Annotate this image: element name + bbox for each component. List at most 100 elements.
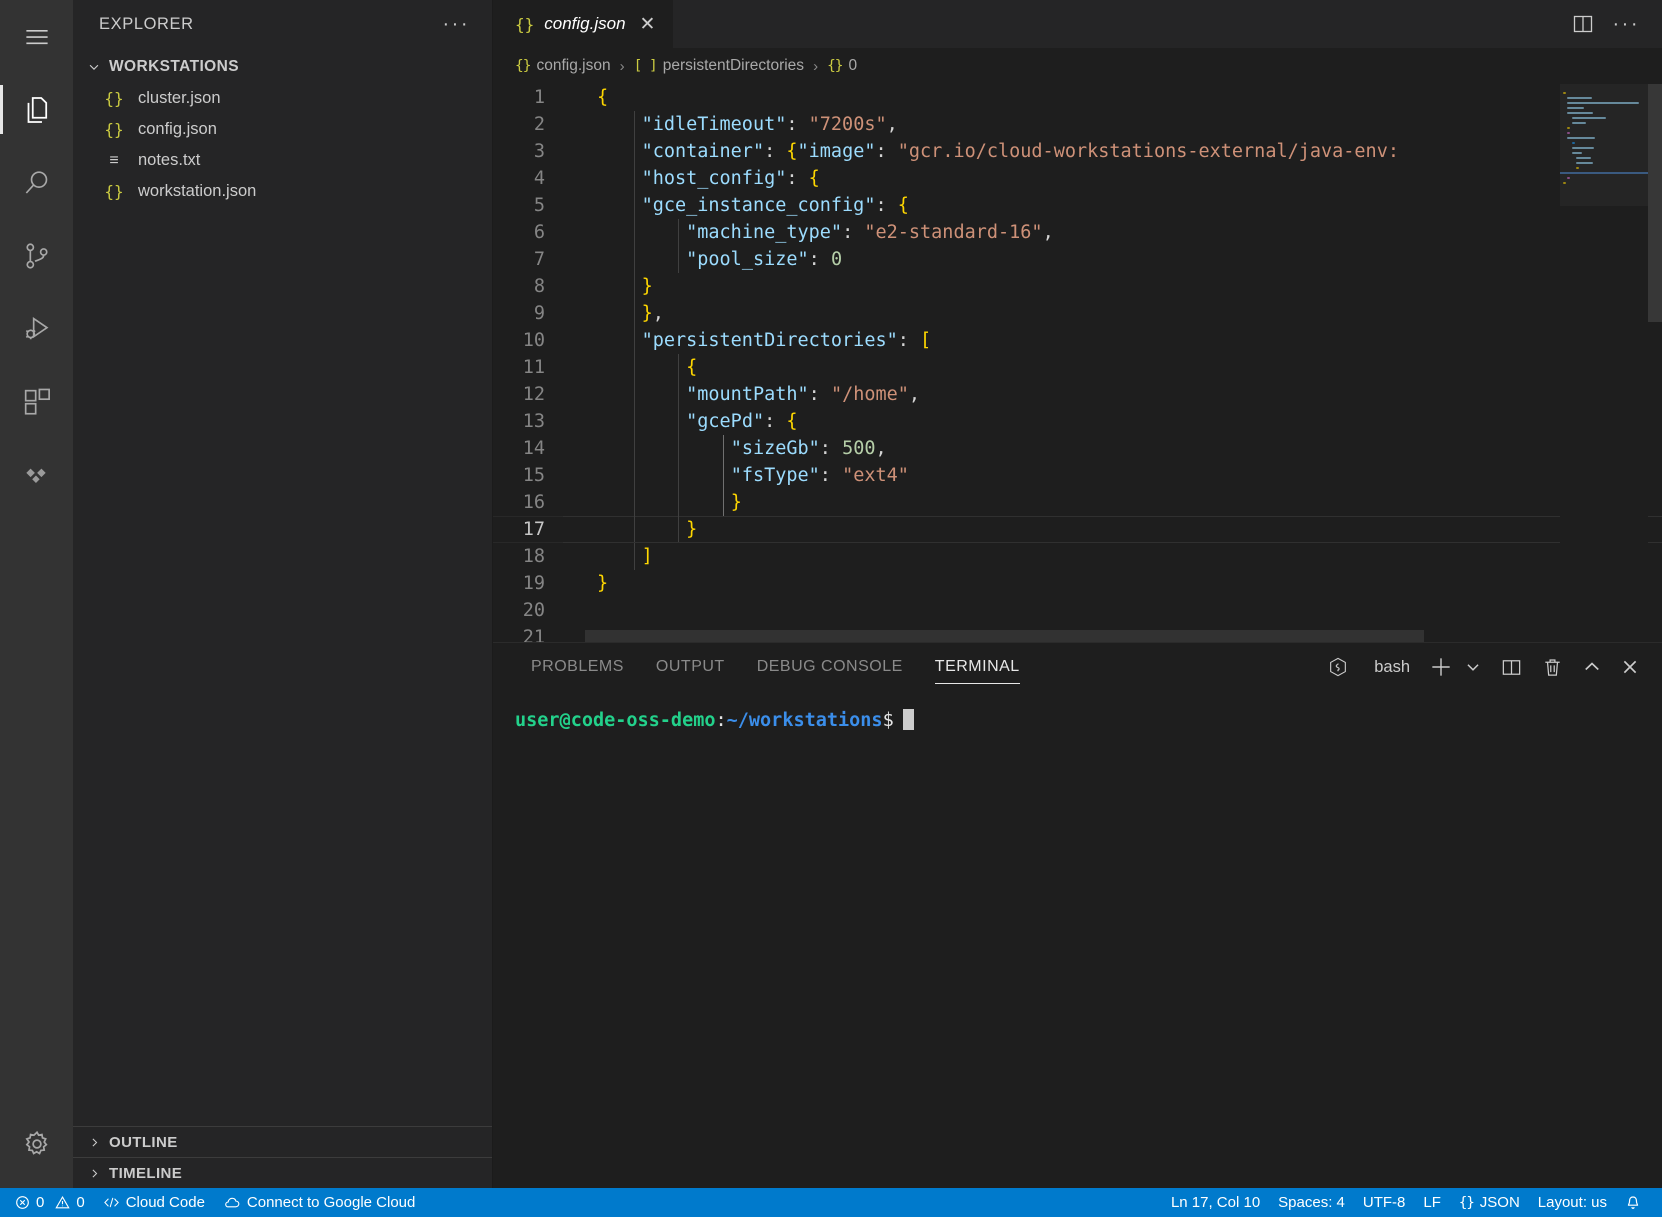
extensions-icon[interactable] [0,365,73,438]
code-line[interactable]: 18 ] [493,543,1662,570]
breadcrumb-item-array[interactable]: [ ] persistentDirectories [634,57,804,75]
line-number: 4 [493,165,567,192]
bell-icon [1625,1195,1641,1211]
folder-row-workstations[interactable]: WORKSTATIONS [73,51,492,83]
tab-config-json[interactable]: {} config.json ✕ [493,0,673,48]
sidebar-bottom-sections: OUTLINE TIMELINE [73,1126,492,1188]
line-number: 8 [493,273,567,300]
scrollbar-thumb[interactable] [585,630,1424,642]
file-row-notes-txt[interactable]: ≡ notes.txt [73,145,492,176]
code-line[interactable]: 20 [493,597,1662,624]
search-icon[interactable] [0,146,73,219]
close-icon[interactable]: ✕ [636,15,660,34]
section-label: OUTLINE [109,1134,178,1151]
split-editor-icon[interactable] [1571,12,1595,36]
indent-guide [634,516,635,543]
section-outline[interactable]: OUTLINE [73,1126,492,1157]
eol[interactable]: LF [1414,1188,1450,1217]
code-line[interactable]: 2 "idleTimeout": "7200s", [493,111,1662,138]
indent-guide [634,246,635,273]
indent-guide [634,111,635,138]
code-line[interactable]: 3 "container": {"image": "gcr.io/cloud-w… [493,138,1662,165]
more-actions-icon[interactable]: ··· [1613,14,1640,34]
editor-vertical-scrollbar[interactable] [1648,84,1662,642]
problems-status[interactable]: 0 0 [6,1188,94,1217]
code-line[interactable]: 10 "persistentDirectories": [ [493,327,1662,354]
code-line[interactable]: 4 "host_config": { [493,165,1662,192]
code-line[interactable]: 13 "gcePd": { [493,408,1662,435]
terminal-name[interactable]: bash [1374,658,1410,677]
editor-horizontal-scrollbar[interactable] [567,630,1560,642]
indent-guide [634,300,635,327]
warning-icon [55,1195,70,1210]
menu-icon[interactable] [0,0,73,73]
cloud-code-status[interactable]: Cloud Code [94,1188,214,1217]
panel-tab-filler [1036,643,1328,691]
section-timeline[interactable]: TIMELINE [73,1157,492,1188]
cloud-icon [223,1196,241,1210]
scrollbar-thumb[interactable] [1648,84,1662,322]
code-line[interactable]: 6 "machine_type": "e2-standard-16", [493,219,1662,246]
new-terminal-icon[interactable] [1428,654,1454,680]
gear-icon[interactable] [0,1107,73,1180]
file-row-cluster-json[interactable]: {} cluster.json [73,83,492,114]
trash-icon[interactable] [1541,656,1564,679]
code-line[interactable]: 17 } [493,516,1662,543]
indent-guide [723,462,724,489]
indent-guide [678,408,679,435]
explorer-icon[interactable] [0,73,73,146]
connect-google-cloud-status[interactable]: Connect to Google Cloud [214,1188,424,1217]
file-row-workstation-json[interactable]: {} workstation.json [73,176,492,207]
code-editor[interactable]: 1{2 "idleTimeout": "7200s",3 "container"… [493,84,1662,642]
code-line[interactable]: 9 }, [493,300,1662,327]
keyboard-layout[interactable]: Layout: us [1529,1188,1616,1217]
file-label: notes.txt [138,151,200,170]
json-icon: {} [101,120,127,139]
bash-icon [1327,656,1349,678]
code-line[interactable]: 5 "gce_instance_config": { [493,192,1662,219]
code-line[interactable]: 15 "fsType": "ext4" [493,462,1662,489]
close-panel-icon[interactable] [1620,657,1640,677]
code-line[interactable]: 12 "mountPath": "/home", [493,381,1662,408]
source-control-icon[interactable] [0,219,73,292]
breadcrumb-item-file[interactable]: {} config.json [515,57,611,75]
breadcrumb-label: persistentDirectories [663,57,804,75]
tab-debug-console[interactable]: DEBUG CONSOLE [741,643,919,691]
maximize-panel-icon[interactable] [1582,657,1602,677]
chevron-down-icon [85,58,103,76]
terminal-path: ~/workstations [727,710,883,731]
line-content: } [567,273,653,300]
code-line[interactable]: 8 } [493,273,1662,300]
code-line[interactable]: 1{ [493,84,1662,111]
code-line[interactable]: 16 } [493,489,1662,516]
code-line[interactable]: 19} [493,570,1662,597]
split-terminal-icon[interactable] [1500,656,1523,679]
file-tree: WORKSTATIONS {} cluster.json {} config.j… [73,48,492,1126]
line-content: "container": {"image": "gcr.io/cloud-wor… [567,138,1399,165]
error-count: 0 [36,1194,44,1211]
file-row-config-json[interactable]: {} config.json [73,114,492,145]
tab-problems[interactable]: PROBLEMS [515,643,640,691]
encoding[interactable]: UTF-8 [1354,1188,1415,1217]
line-content: ] [567,543,653,570]
file-label: cluster.json [138,89,221,108]
chevron-down-icon[interactable] [1464,658,1482,676]
terminal-output[interactable]: user@code-oss-demo:~/workstations$ [493,691,1662,1188]
line-number: 19 [493,570,567,597]
code-line[interactable]: 14 "sizeGb": 500, [493,435,1662,462]
cloud-code-label: Cloud Code [126,1194,205,1211]
json-icon: {} [101,89,127,108]
breadcrumb-item-object[interactable]: {} 0 [827,57,857,75]
sidebar-more-actions-icon[interactable]: ··· [443,14,470,34]
cloud-code-icon[interactable] [0,438,73,511]
language-mode[interactable]: {} JSON [1450,1188,1529,1217]
tab-terminal[interactable]: TERMINAL [919,643,1036,691]
code-line[interactable]: 7 "pool_size": 0 [493,246,1662,273]
tab-output[interactable]: OUTPUT [640,643,741,691]
cursor-position[interactable]: Ln 17, Col 10 [1162,1188,1269,1217]
notifications[interactable] [1616,1188,1650,1217]
line-number: 16 [493,489,567,516]
code-line[interactable]: 11 { [493,354,1662,381]
run-debug-icon[interactable] [0,292,73,365]
indentation[interactable]: Spaces: 4 [1269,1188,1354,1217]
